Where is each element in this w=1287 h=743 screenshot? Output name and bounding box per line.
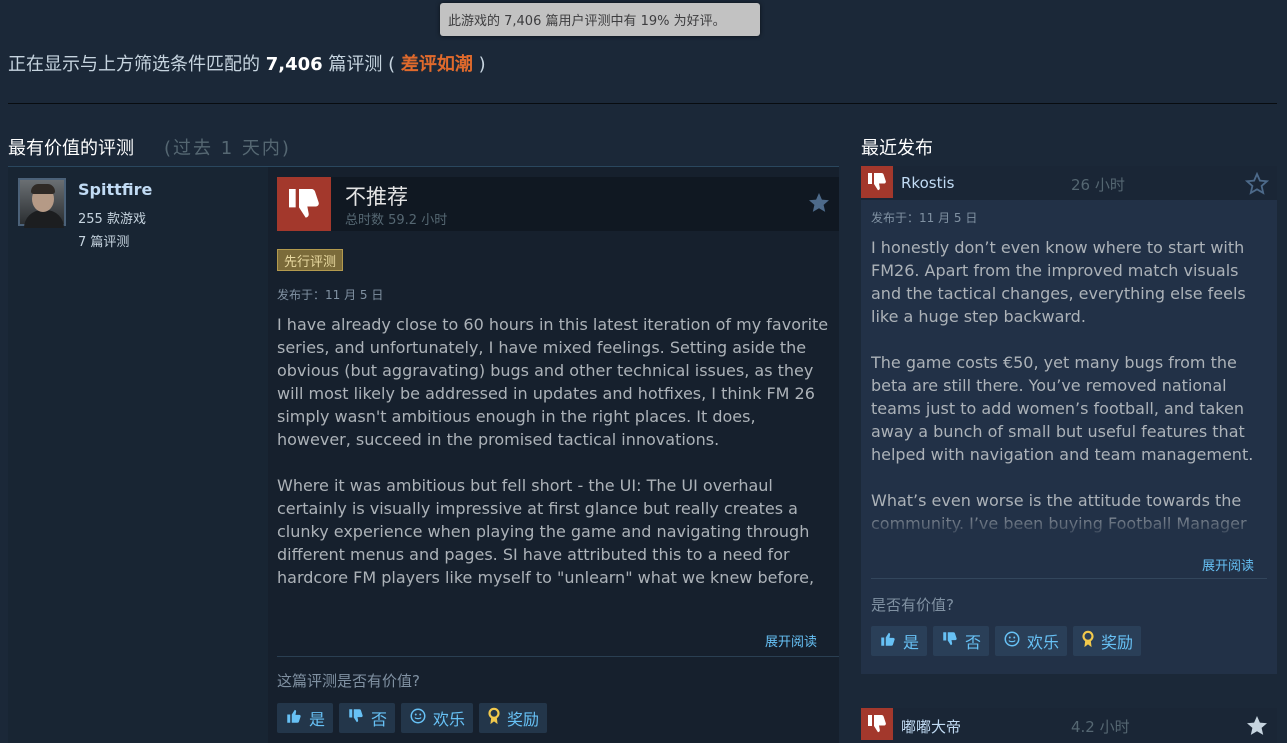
recent-review-card[interactable]: 嘟嘟大帝 4.2 小时 <box>861 708 1277 743</box>
divider <box>277 656 839 657</box>
recent-playtime: 4.2 小时 <box>1071 718 1130 736</box>
award-star-icon <box>1245 714 1269 742</box>
award-button[interactable]: 奖励 <box>1073 626 1142 656</box>
review-body: I have already close to 60 hours in this… <box>277 313 829 608</box>
summary-suffix: ) <box>472 54 486 75</box>
review-card: Spittfire 255 款游戏 7 篇评测 不推荐 总时数 59.2 小时 … <box>8 166 839 743</box>
divider <box>871 578 1267 579</box>
read-more-link[interactable]: 展开阅读 <box>1202 555 1254 574</box>
vote-no-button[interactable]: 否 <box>339 703 396 733</box>
author-panel: Spittfire 255 款游戏 7 篇评测 <box>8 167 268 743</box>
review-count: 7,406 <box>265 54 323 75</box>
tooltip-text: 此游戏的 7,406 篇用户评测中有 19% 为好评。 <box>448 14 726 29</box>
review-verdict: 不推荐 <box>345 185 408 209</box>
smiley-icon <box>1003 630 1021 652</box>
posted-date: 发布于：11 月 5 日 <box>277 288 384 302</box>
rating-tooltip: 此游戏的 7,406 篇用户评测中有 19% 为好评。 <box>440 3 760 36</box>
vote-header[interactable]: 不推荐 总时数 59.2 小时 <box>277 177 839 231</box>
author-reviews[interactable]: 7 篇评测 <box>78 231 129 250</box>
helpful-period: (过去 1 天内) <box>164 138 291 159</box>
author-games[interactable]: 255 款游戏 <box>78 208 146 227</box>
playtime: 总时数 59.2 小时 <box>345 213 448 228</box>
helpful-question: 这篇评测是否有价值? <box>277 672 420 690</box>
thumbs-down-icon <box>861 708 893 740</box>
vote-funny-button[interactable]: 欢乐 <box>995 626 1068 656</box>
thumbs-up-icon <box>879 630 897 652</box>
review-paragraph: The game costs €50, yet many bugs from t… <box>871 353 1254 464</box>
award-star-icon <box>807 191 831 219</box>
avatar[interactable] <box>18 178 66 228</box>
recent-playtime: 26 小时 <box>1071 176 1125 194</box>
award-ribbon-icon <box>1081 630 1095 652</box>
recent-review-body: I honestly don’t even know where to star… <box>871 236 1271 538</box>
vote-buttons: 是 否 欢乐 奖励 <box>871 626 1142 656</box>
review-paragraph: I have already close to 60 hours in this… <box>277 315 829 449</box>
vote-yes-button[interactable]: 是 <box>871 626 928 656</box>
recent-review-card: Rkostis 26 小时 发布于：11 月 5 日 I honestly do… <box>861 166 1277 674</box>
review-paragraph: Where it was ambitious but fell short - … <box>277 476 815 587</box>
divider <box>8 103 1277 104</box>
vote-no-button[interactable]: 否 <box>933 626 990 656</box>
text-fade <box>277 583 837 613</box>
text-fade <box>871 506 1271 540</box>
author-name[interactable]: Spittfire <box>78 180 152 199</box>
recent-posted-date: 发布于：11 月 5 日 <box>871 211 978 225</box>
thumbs-down-icon <box>277 177 331 231</box>
early-access-badge: 先行评测 <box>277 249 344 271</box>
read-more-link[interactable]: 展开阅读 <box>765 631 817 650</box>
vote-buttons: 是 否 欢乐 奖励 <box>277 703 548 733</box>
recent-section-title: 最近发布 <box>861 138 933 159</box>
review-paragraph: I honestly don’t even know where to star… <box>871 238 1246 326</box>
recent-review-header[interactable]: Rkostis 26 小时 <box>861 166 1277 200</box>
vote-yes-button[interactable]: 是 <box>277 703 334 733</box>
helpful-question: 是否有价值? <box>871 596 954 614</box>
award-button[interactable]: 奖励 <box>479 703 548 733</box>
recent-author[interactable]: 嘟嘟大帝 <box>901 716 961 737</box>
thumbs-down-icon <box>941 630 959 652</box>
helpful-section-title: 最有价值的评测 (过去 1 天内) <box>8 138 291 159</box>
thumbs-up-icon <box>285 707 303 729</box>
award-star-icon <box>1244 171 1270 200</box>
thumbs-down-icon <box>861 166 893 198</box>
smiley-icon <box>409 707 427 729</box>
review-summary: 正在显示与上方筛选条件匹配的 7,406 篇评测 ( 差评如潮 ) <box>8 50 486 76</box>
summary-mid: 篇评测 ( <box>322 54 401 75</box>
vote-funny-button[interactable]: 欢乐 <box>401 703 474 733</box>
overall-rating[interactable]: 差评如潮 <box>401 54 473 75</box>
thumbs-down-icon <box>347 707 365 729</box>
recent-author[interactable]: Rkostis <box>901 174 954 192</box>
award-ribbon-icon <box>487 707 501 729</box>
summary-prefix: 正在显示与上方筛选条件匹配的 <box>8 54 266 75</box>
